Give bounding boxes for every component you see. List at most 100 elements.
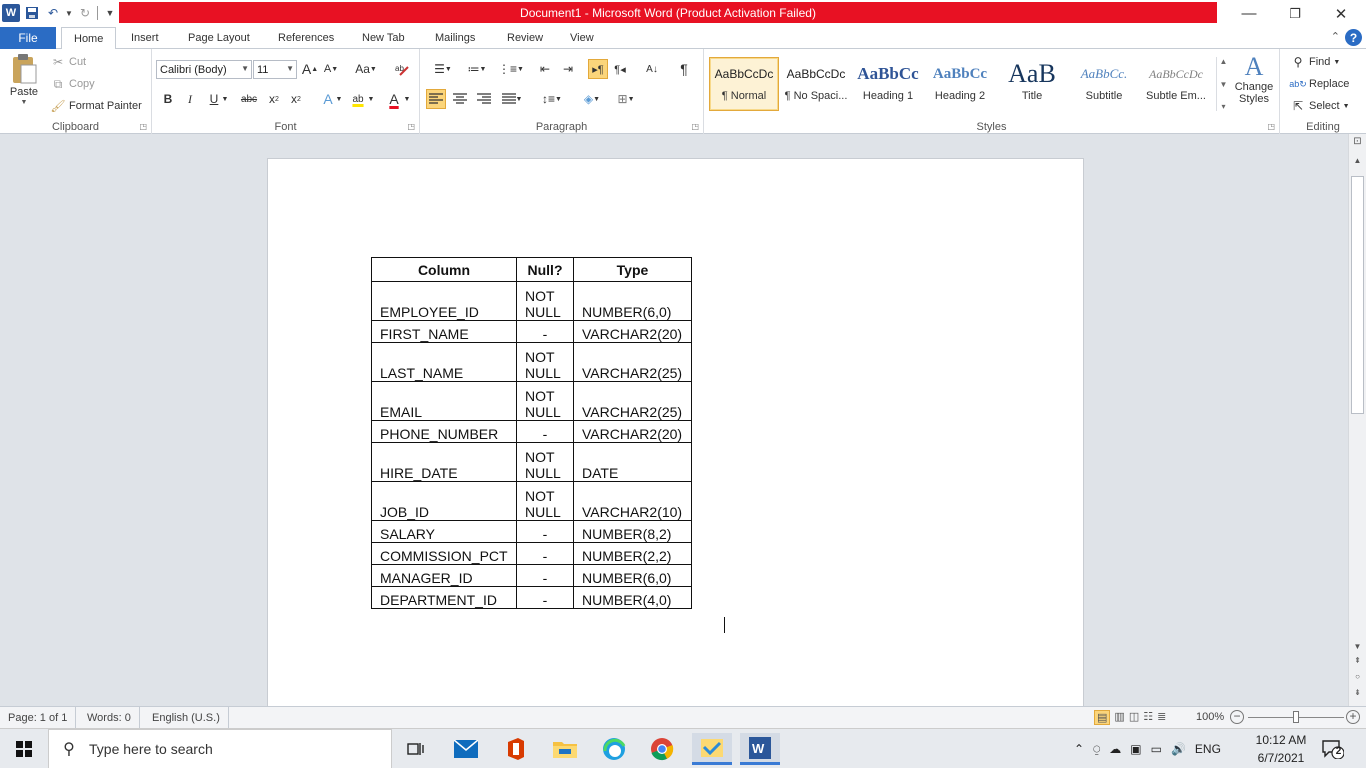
italic-button[interactable]: I [180, 89, 200, 109]
decrease-indent-icon[interactable]: ⇤ [535, 59, 555, 79]
employee-table[interactable]: Column Null? Type EMPLOYEE_ID NOT NULL NUM… [371, 257, 692, 609]
style-normal[interactable]: AaBbCcDc ¶ Normal [709, 57, 779, 111]
chevron-up-icon[interactable]: ▲ [1220, 57, 1228, 66]
tab-references[interactable]: References [278, 27, 334, 49]
align-right-icon[interactable] [474, 89, 494, 109]
outline-icon[interactable]: ☷ [1143, 710, 1153, 725]
dialog-launcher-icon[interactable]: ◳ [1267, 122, 1275, 131]
align-center-icon[interactable] [450, 89, 470, 109]
close-button[interactable]: ✕ [1318, 0, 1364, 27]
highlight-button[interactable]: ab [348, 89, 368, 109]
null-cell[interactable]: NOT NULL [516, 481, 574, 521]
column-name-cell[interactable]: COMMISSION_PCT [371, 542, 517, 565]
table-row[interactable]: DEPARTMENT_ID - NUMBER(4,0) [371, 586, 692, 609]
dialog-launcher-icon[interactable]: ◳ [407, 122, 415, 131]
more-styles-icon[interactable]: ▾ [1221, 102, 1225, 111]
task-view-icon[interactable] [396, 733, 436, 765]
style-title[interactable]: AaB Title [997, 57, 1067, 111]
numbering-icon[interactable]: ≔ ▼ [462, 59, 492, 79]
onedrive-offline-icon[interactable]: ☁ [1109, 742, 1121, 756]
tab-home[interactable]: Home [61, 27, 117, 50]
chrome-icon[interactable] [642, 733, 682, 765]
style-subtitle[interactable]: AaBbCc. Subtitle [1069, 57, 1139, 111]
zoom-slider-knob[interactable] [1293, 711, 1299, 723]
tab-review[interactable]: Review [507, 27, 543, 49]
align-left-icon[interactable] [426, 89, 446, 109]
shading-icon[interactable]: ◈ ▼ [578, 89, 606, 109]
scroll-thumb[interactable] [1351, 176, 1364, 414]
minimize-button[interactable]: — [1226, 0, 1272, 27]
null-cell[interactable]: - [516, 320, 574, 343]
notification-center-icon[interactable]: 2 [1322, 739, 1345, 760]
underline-dropdown-icon[interactable]: ▼ [220, 89, 230, 109]
select-browse-object-icon[interactable]: ○ [1349, 672, 1366, 681]
null-cell[interactable]: NOT NULL [516, 381, 574, 421]
full-screen-reading-icon[interactable]: ▥ [1114, 710, 1124, 725]
column-name-cell[interactable]: FIRST_NAME [371, 320, 517, 343]
table-row[interactable]: COMMISSION_PCT - NUMBER(2,2) [371, 542, 692, 565]
column-name-cell[interactable]: DEPARTMENT_ID [371, 586, 517, 609]
battery-icon[interactable]: ▭ [1151, 742, 1162, 756]
show-hidden-icons-icon[interactable]: ⌃ [1074, 742, 1084, 756]
tab-view[interactable]: View [570, 27, 594, 49]
network-adapter-icon[interactable]: ⍜ [1093, 742, 1100, 757]
change-case-button[interactable]: Aa ▼ [352, 59, 380, 79]
superscript-button[interactable]: x2 [286, 89, 306, 109]
chevron-down-icon[interactable]: ▼ [1220, 80, 1228, 89]
minimize-ribbon-icon[interactable]: ⌃ [1331, 30, 1340, 43]
find-button[interactable]: ⚲ Find ▼ [1290, 54, 1341, 70]
style-subtle-emphasis[interactable]: AaBbCcDc Subtle Em... [1141, 57, 1211, 111]
font-color-dropdown-icon[interactable]: ▼ [402, 89, 412, 109]
null-cell[interactable]: NOT NULL [516, 342, 574, 382]
print-layout-icon[interactable]: ▤ [1094, 710, 1111, 725]
increase-indent-icon[interactable]: ⇥ [558, 59, 578, 79]
word-app-icon[interactable]: W [2, 4, 20, 22]
table-row[interactable]: SALARY - NUMBER(8,2) [371, 520, 692, 543]
clear-formatting-icon[interactable]: ab [392, 59, 412, 79]
borders-icon[interactable]: ⊞ ▼ [612, 89, 640, 109]
cut-button[interactable]: ✂ Cut [50, 54, 86, 70]
table-row[interactable]: FIRST_NAME - VARCHAR2(20) [371, 320, 692, 343]
strikethrough-button[interactable]: abc [236, 89, 262, 109]
type-cell[interactable]: VARCHAR2(20) [573, 320, 692, 343]
show-marks-icon[interactable]: ¶ [674, 59, 694, 79]
table-row[interactable]: EMPLOYEE_ID NOT NULL NUMBER(6,0) [371, 281, 692, 321]
column-name-cell[interactable]: JOB_ID [371, 481, 517, 521]
vertical-scrollbar[interactable]: ⊡ ▲ ▼ ⇞ ○ ⇟ [1348, 134, 1366, 706]
page-count[interactable]: Page: 1 of 1 [0, 707, 77, 728]
format-painter-button[interactable]: 🖌 Format Painter [50, 98, 141, 114]
null-cell[interactable]: - [516, 564, 574, 587]
input-language[interactable]: ENG [1195, 742, 1221, 756]
file-explorer-icon[interactable] [545, 733, 585, 765]
null-cell[interactable]: - [516, 542, 574, 565]
scroll-down-icon[interactable]: ▼ [1349, 642, 1366, 651]
select-button[interactable]: ⇱ Select ▼ [1290, 98, 1350, 114]
shrink-font-button[interactable]: A ▼ [321, 59, 341, 79]
justify-icon[interactable]: ▼ [498, 89, 526, 109]
dialog-launcher-icon[interactable]: ◳ [691, 122, 699, 131]
table-row[interactable]: EMAIL NOT NULL VARCHAR2(25) [371, 381, 692, 421]
start-button[interactable] [0, 729, 48, 768]
table-row[interactable]: MANAGER_ID - NUMBER(6,0) [371, 564, 692, 587]
bold-button[interactable]: B [158, 89, 178, 109]
type-cell[interactable]: NUMBER(2,2) [573, 542, 692, 565]
column-name-cell[interactable]: EMAIL [371, 381, 517, 421]
type-cell[interactable]: NUMBER(8,2) [573, 520, 692, 543]
office-icon[interactable] [496, 733, 536, 765]
type-cell[interactable]: NUMBER(6,0) [573, 281, 692, 321]
zoom-out-button[interactable]: − [1230, 710, 1244, 724]
table-row[interactable]: LAST_NAME NOT NULL VARCHAR2(25) [371, 342, 692, 382]
word-count[interactable]: Words: 0 [79, 707, 140, 728]
customize-qat-icon[interactable]: ▼ [101, 4, 119, 22]
table-row[interactable]: HIRE_DATE NOT NULL DATE [371, 442, 692, 482]
null-cell[interactable]: NOT NULL [516, 442, 574, 482]
scroll-up-icon[interactable]: ▲ [1349, 156, 1366, 165]
column-name-cell[interactable]: MANAGER_ID [371, 564, 517, 587]
change-styles-button[interactable]: A Change Styles [1232, 53, 1276, 106]
type-cell[interactable]: VARCHAR2(25) [573, 342, 692, 382]
dialog-launcher-icon[interactable]: ◳ [139, 122, 147, 131]
null-cell[interactable]: - [516, 520, 574, 543]
type-cell[interactable]: VARCHAR2(20) [573, 420, 692, 443]
rtl-direction-icon[interactable]: ¶◂ [610, 59, 630, 79]
ruler-toggle-icon[interactable]: ⊡ [1349, 136, 1366, 147]
